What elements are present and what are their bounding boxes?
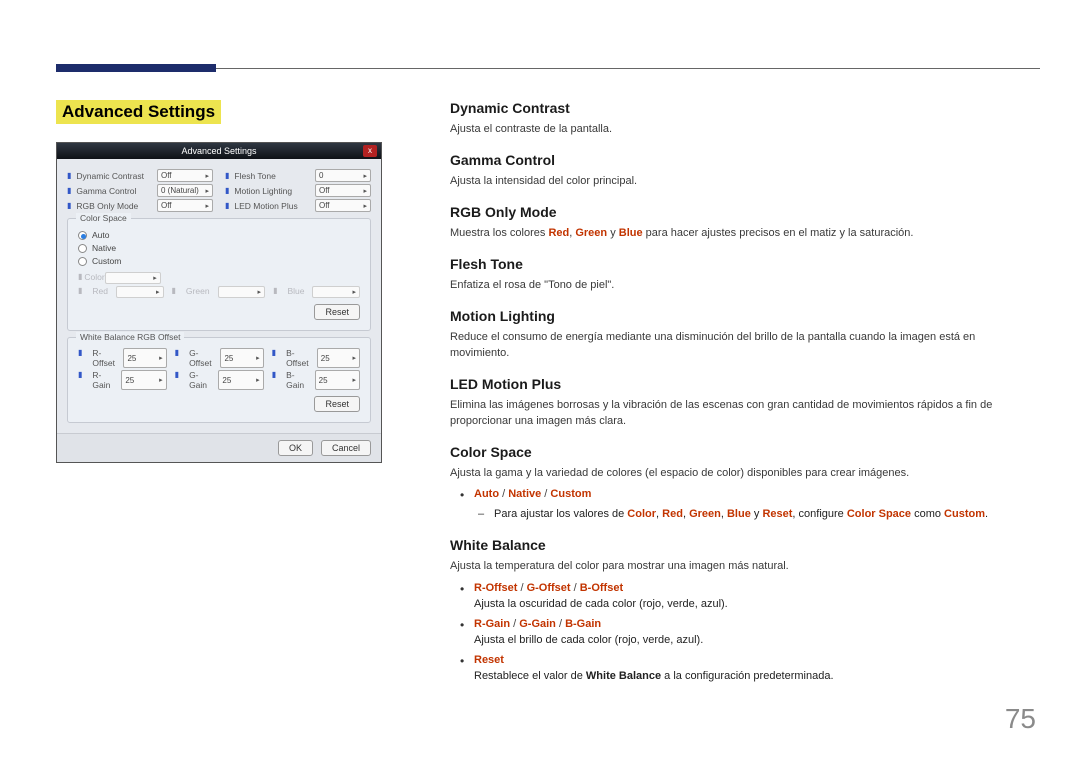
dynamic-contrast-select[interactable]: Off▸ (157, 169, 213, 182)
text-flesh-tone: Enfatiza el rosa de "Tono de piel". (450, 278, 1036, 294)
r-gain-label: R-Gain (92, 370, 113, 390)
green-label: Green (186, 286, 210, 298)
white-balance-fieldset: White Balance RGB Offset ▮R-Offset 25▸ ▮… (67, 337, 371, 423)
heading-led-motion-plus: LED Motion Plus (450, 376, 1036, 392)
wb-gain-item: R-Gain / G-Gain / B-Gain Ajusta el brill… (474, 617, 1036, 649)
color-space-reset-button[interactable]: Reset (314, 304, 360, 320)
b-gain-label: B-Gain (286, 370, 307, 390)
page-title: Advanced Settings (56, 100, 221, 124)
color-space-fieldset: Color Space Auto Native Custom ▮Color ▸ … (67, 218, 371, 331)
radio-native-label: Native (92, 243, 116, 253)
advanced-settings-dialog: Advanced Settings x ▮Dynamic Contrast Of… (56, 142, 382, 463)
dynamic-contrast-label: Dynamic Contrast (76, 171, 144, 181)
heading-gamma-control: Gamma Control (450, 152, 1036, 168)
r-offset-label: R-Offset (92, 348, 115, 368)
heading-color-space: Color Space (450, 444, 1036, 460)
green-select: ▸ (218, 286, 266, 298)
text-motion-lighting: Reduce el consumo de energía mediante un… (450, 330, 1036, 362)
text-white-balance: Ajusta la temperatura del color para mos… (450, 559, 1036, 575)
r-offset-select[interactable]: 25▸ (123, 348, 166, 368)
heading-flesh-tone: Flesh Tone (450, 256, 1036, 272)
color-space-options: Auto / Native / Custom Para ajustar los … (474, 487, 1036, 523)
g-gain-select[interactable]: 25▸ (218, 370, 263, 390)
b-offset-label: B-Offset (286, 348, 309, 368)
chevron-down-icon: ▸ (363, 202, 367, 210)
blue-select: ▸ (312, 286, 360, 298)
color-select: ▸ (105, 272, 161, 284)
radio-auto[interactable] (78, 231, 87, 240)
heading-motion-lighting: Motion Lighting (450, 308, 1036, 324)
chevron-down-icon: ▸ (363, 187, 367, 195)
chevron-down-icon: ▸ (205, 202, 209, 210)
g-offset-select[interactable]: 25▸ (220, 348, 263, 368)
led-motion-plus-label: LED Motion Plus (234, 201, 297, 211)
chevron-down-icon: ▸ (205, 187, 209, 195)
close-icon[interactable]: x (363, 145, 377, 157)
radio-auto-label: Auto (92, 230, 110, 240)
heading-white-balance: White Balance (450, 537, 1036, 553)
page-number: 75 (1005, 703, 1036, 735)
text-led-motion-plus: Elimina las imágenes borrosas y la vibra… (450, 398, 1036, 430)
motion-lighting-select[interactable]: Off▸ (315, 184, 371, 197)
chevron-down-icon: ▸ (205, 172, 209, 180)
radio-native[interactable] (78, 244, 87, 253)
text-rgb-only: Muestra los colores Red, Green y Blue pa… (450, 226, 1036, 242)
heading-rgb-only: RGB Only Mode (450, 204, 1036, 220)
description-column: Dynamic Contrast Ajusta el contraste de … (450, 100, 1036, 685)
header-accent (56, 64, 216, 72)
gamma-control-select[interactable]: 0 (Natural)▸ (157, 184, 213, 197)
color-label: Color (84, 272, 104, 284)
r-gain-select[interactable]: 25▸ (121, 370, 166, 390)
white-balance-legend: White Balance RGB Offset (76, 332, 184, 342)
blue-label: Blue (287, 286, 304, 298)
color-space-note: Para ajustar los valores de Color, Red, … (494, 507, 1036, 523)
wb-reset-item: Reset Restablece el valor de White Balan… (474, 653, 1036, 685)
color-space-legend: Color Space (76, 213, 131, 223)
b-offset-select[interactable]: 25▸ (317, 348, 360, 368)
text-gamma-control: Ajusta la intensidad del color principal… (450, 174, 1036, 190)
text-dynamic-contrast: Ajusta el contraste de la pantalla. (450, 122, 1036, 138)
gamma-control-label: Gamma Control (76, 186, 136, 196)
wb-offset-item: R-Offset / G-Offset / B-Offset Ajusta la… (474, 581, 1036, 613)
rgb-only-mode-select[interactable]: Off▸ (157, 199, 213, 212)
g-gain-label: G-Gain (189, 370, 210, 390)
heading-dynamic-contrast: Dynamic Contrast (450, 100, 1036, 116)
rgb-only-mode-label: RGB Only Mode (76, 201, 138, 211)
wb-reset-button[interactable]: Reset (314, 396, 360, 412)
radio-custom-label: Custom (92, 256, 121, 266)
motion-lighting-label: Motion Lighting (234, 186, 292, 196)
radio-custom[interactable] (78, 257, 87, 266)
chevron-down-icon: ▸ (363, 172, 367, 180)
red-label: Red (92, 286, 108, 298)
dialog-title-text: Advanced Settings (181, 146, 256, 156)
cancel-button[interactable]: Cancel (321, 440, 371, 456)
led-motion-plus-select[interactable]: Off▸ (315, 199, 371, 212)
ok-button[interactable]: OK (278, 440, 313, 456)
b-gain-select[interactable]: 25▸ (315, 370, 360, 390)
g-offset-label: G-Offset (189, 348, 212, 368)
dialog-title-bar: Advanced Settings x (57, 143, 381, 159)
red-select: ▸ (116, 286, 164, 298)
flesh-tone-label: Flesh Tone (234, 171, 275, 181)
flesh-tone-select[interactable]: 0▸ (315, 169, 371, 182)
text-color-space: Ajusta la gama y la variedad de colores … (450, 466, 1036, 482)
